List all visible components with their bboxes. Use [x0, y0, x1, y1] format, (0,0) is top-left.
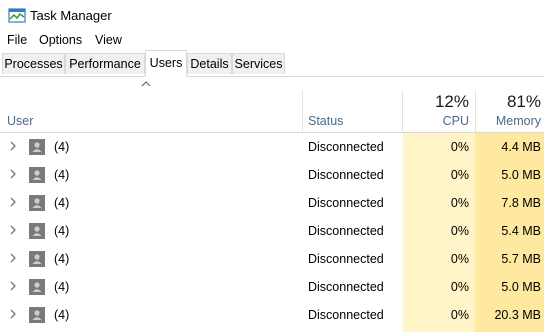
chevron-right-icon[interactable] [8, 223, 18, 237]
user-name: (4) [54, 308, 70, 322]
title-bar: Task Manager [0, 0, 544, 32]
user-name: (4) [54, 168, 70, 182]
cpu-total: 12% [434, 92, 469, 111]
cpu-value: 0% [450, 196, 469, 210]
memory-value: 5.4 MB [501, 224, 541, 238]
user-status: Disconnected [308, 280, 384, 294]
memory-value: 5.7 MB [501, 252, 541, 266]
user-avatar-icon [29, 195, 45, 211]
user-avatar-icon [29, 307, 45, 323]
tab-details[interactable]: Details [187, 53, 232, 74]
user-status: Disconnected [308, 140, 384, 154]
user-status: Disconnected [308, 252, 384, 266]
column-divider[interactable] [302, 90, 303, 132]
table-row[interactable]: (4) Disconnected 0% 5.4 MB [0, 217, 544, 245]
memory-value: 5.0 MB [501, 168, 541, 182]
window-title: Task Manager [30, 8, 112, 23]
column-status[interactable]: Status [308, 114, 343, 128]
user-name: (4) [54, 224, 70, 238]
sort-ascending-icon [141, 78, 151, 90]
user-avatar-icon [29, 223, 45, 239]
menu-options[interactable]: Options [39, 33, 82, 47]
cpu-value: 0% [450, 224, 469, 238]
memory-total: 81% [506, 92, 541, 111]
menu-file[interactable]: File [7, 33, 27, 47]
user-status: Disconnected [308, 168, 384, 182]
chevron-right-icon[interactable] [8, 195, 18, 209]
table-row[interactable]: (4) Disconnected 0% 5.0 MB [0, 273, 544, 301]
column-user[interactable]: User [7, 114, 33, 128]
tab-strip: Processes Performance Users Details Serv… [0, 50, 544, 77]
cpu-value: 0% [450, 252, 469, 266]
table-row[interactable]: (4) Disconnected 0% 5.0 MB [0, 161, 544, 189]
table-row[interactable]: (4) Disconnected 0% 7.8 MB [0, 189, 544, 217]
tab-users[interactable]: Users [145, 50, 187, 77]
cpu-value: 0% [450, 308, 469, 322]
tab-services[interactable]: Services [232, 53, 285, 74]
column-cpu[interactable]: CPU [403, 114, 469, 128]
user-avatar-icon [29, 279, 45, 295]
table-row[interactable]: (4) Disconnected 0% 5.7 MB [0, 245, 544, 273]
cpu-value: 0% [450, 168, 469, 182]
column-memory[interactable]: Memory [475, 114, 541, 128]
memory-value: 5.0 MB [501, 280, 541, 294]
chevron-right-icon[interactable] [8, 251, 18, 265]
cpu-value: 0% [450, 140, 469, 154]
user-avatar-icon [29, 251, 45, 267]
menu-view[interactable]: View [95, 33, 122, 47]
user-avatar-icon [29, 167, 45, 183]
column-header: User Status 12% CPU 81% Memory [0, 76, 544, 133]
table-row[interactable]: (4) Disconnected 0% 20.3 MB [0, 301, 544, 329]
chevron-right-icon[interactable] [8, 167, 18, 181]
chevron-right-icon[interactable] [8, 139, 18, 153]
chevron-right-icon[interactable] [8, 279, 18, 293]
memory-value: 7.8 MB [501, 196, 541, 210]
user-name: (4) [54, 280, 70, 294]
tab-performance[interactable]: Performance [65, 53, 145, 74]
user-avatar-icon [29, 139, 45, 155]
table-row[interactable]: (4) Disconnected 0% 4.4 MB [0, 133, 544, 161]
tab-processes[interactable]: Processes [2, 53, 65, 74]
user-name: (4) [54, 196, 70, 210]
user-status: Disconnected [308, 196, 384, 210]
chevron-right-icon[interactable] [8, 307, 18, 321]
memory-value: 20.3 MB [494, 308, 541, 322]
user-name: (4) [54, 140, 70, 154]
user-status: Disconnected [308, 224, 384, 238]
cpu-value: 0% [450, 280, 469, 294]
user-name: (4) [54, 252, 70, 266]
menu-bar: File Options View [0, 32, 544, 50]
memory-value: 4.4 MB [501, 140, 541, 154]
task-manager-icon [8, 8, 26, 24]
user-status: Disconnected [308, 308, 384, 322]
